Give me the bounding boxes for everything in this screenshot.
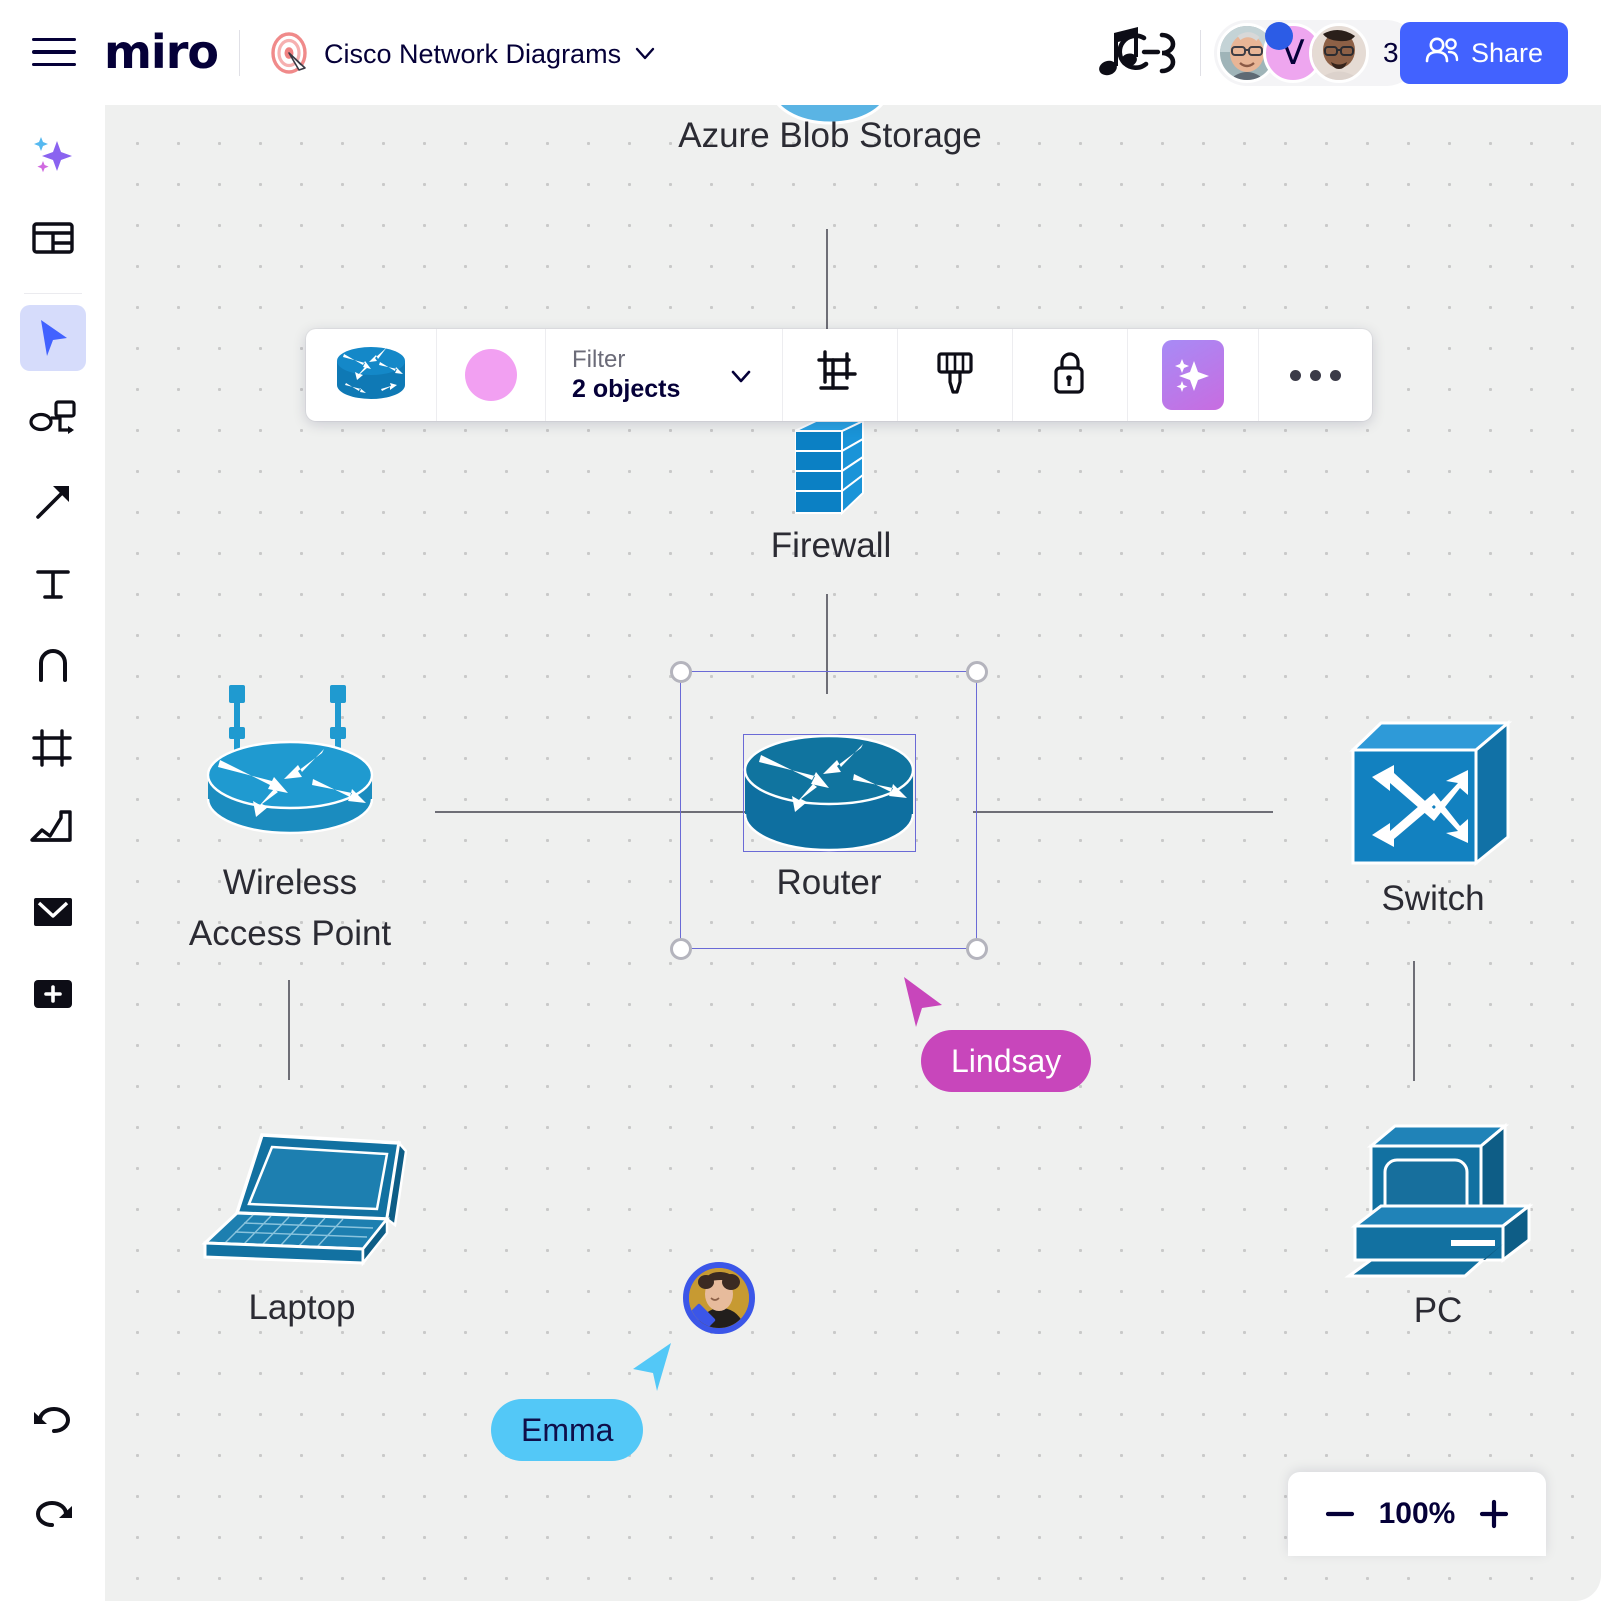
connector-wap-laptop[interactable] xyxy=(288,980,290,1080)
sidebar-item-comment-tool[interactable] xyxy=(20,879,86,945)
shape-picker-button[interactable] xyxy=(306,329,437,421)
selection-handle-bottom-right[interactable] xyxy=(966,938,988,960)
color-swatch xyxy=(465,349,517,401)
online-status-dot xyxy=(1265,22,1293,50)
ai-assist-button[interactable] xyxy=(1128,329,1259,421)
sidebar-item-pen-tool[interactable] xyxy=(20,633,86,699)
collaborator-count: 3 xyxy=(1383,37,1399,68)
share-button[interactable]: Share xyxy=(1400,22,1568,84)
sidebar-item-arrow-tool[interactable] xyxy=(20,469,86,535)
avatar[interactable] xyxy=(1309,23,1369,83)
cursor-name-lindsay: Lindsay xyxy=(951,1042,1062,1079)
ellipsis-icon xyxy=(1290,369,1341,381)
chevron-down-icon xyxy=(728,363,754,394)
node-label-pc: PC xyxy=(1413,1291,1463,1330)
color-picker-button[interactable] xyxy=(437,329,546,421)
node-label-wireless-access-point: Wireless Access Point xyxy=(188,863,392,953)
sidebar-item-frame-tool[interactable] xyxy=(20,715,86,781)
zoom-level-value: 100% xyxy=(1378,1497,1456,1530)
paintbrush-icon xyxy=(930,348,980,403)
chevron-down-icon[interactable] xyxy=(632,40,658,66)
crop-frame-button[interactable] xyxy=(783,329,898,421)
node-label-router: Router xyxy=(776,863,882,902)
sidebar-item-chart-tool[interactable] xyxy=(20,797,86,863)
zoom-control: 100% xyxy=(1288,1472,1546,1556)
crop-frame-icon xyxy=(815,348,865,403)
collaborator-avatars[interactable]: V 3 xyxy=(1214,20,1419,86)
share-button-label: Share xyxy=(1470,37,1544,68)
node-firewall[interactable] xyxy=(794,419,865,519)
sidebar-item-diagram-tool[interactable] xyxy=(20,387,86,453)
node-laptop[interactable] xyxy=(197,1127,408,1267)
filter-label: Filter xyxy=(572,346,626,373)
undo-button[interactable] xyxy=(20,1388,86,1454)
sidebar-item-ai-sparkle-tool[interactable] xyxy=(20,123,86,189)
target-board-icon xyxy=(268,32,312,76)
cursor-lindsay-pointer xyxy=(900,975,950,1031)
music-notes-icon[interactable] xyxy=(1098,24,1184,80)
more-options-button[interactable] xyxy=(1259,329,1372,421)
connector-router-switch[interactable] xyxy=(973,811,1273,813)
miro-logo: miro xyxy=(104,25,219,79)
node-label-firewall: Firewall xyxy=(770,526,892,565)
top-header-bar: miro Cisco Network Diagrams V 3 Share xyxy=(0,0,1601,105)
node-wireless-access-point[interactable] xyxy=(200,675,380,835)
zoom-out-button[interactable] xyxy=(1318,1492,1362,1536)
connector-switch-pc[interactable] xyxy=(1413,961,1415,1081)
filter-dropdown[interactable]: Filter 2 objects xyxy=(546,329,783,421)
sidebar-item-templates-tool[interactable] xyxy=(20,205,86,271)
node-router[interactable] xyxy=(741,734,917,854)
filter-value: 2 objects xyxy=(572,375,681,403)
header-divider-right xyxy=(1200,30,1201,76)
style-paint-button[interactable] xyxy=(898,329,1013,421)
lock-button[interactable] xyxy=(1013,329,1128,421)
selection-handle-bottom-left[interactable] xyxy=(670,938,692,960)
sidebar-item-select-tool[interactable] xyxy=(20,305,86,371)
connector-azure-firewall[interactable] xyxy=(826,229,828,339)
node-label-switch: Switch xyxy=(1381,879,1485,918)
cursor-name-emma: Emma xyxy=(521,1411,614,1448)
cursor-label-lindsay: Lindsay xyxy=(921,1030,1092,1092)
selection-handle-top-left[interactable] xyxy=(670,661,692,683)
node-switch[interactable] xyxy=(1348,715,1518,875)
redo-button[interactable] xyxy=(20,1482,86,1548)
header-divider-left xyxy=(239,30,240,76)
cursor-emma-pointer xyxy=(625,1341,677,1398)
hamburger-menu-icon[interactable] xyxy=(32,30,76,74)
left-toolbar xyxy=(0,105,105,1601)
avatar-emma xyxy=(683,1262,755,1334)
toolbar-divider xyxy=(24,293,82,294)
object-context-toolbar: Filter 2 objects xyxy=(306,329,1372,421)
ai-sparkle-icon xyxy=(1162,340,1224,410)
people-icon xyxy=(1425,36,1459,71)
cursor-label-emma: Emma xyxy=(491,1399,644,1461)
sidebar-item-text-tool[interactable] xyxy=(20,551,86,617)
board-title[interactable]: Cisco Network Diagrams xyxy=(324,36,621,72)
zoom-in-button[interactable] xyxy=(1472,1492,1516,1536)
sidebar-item-more-apps-tool[interactable] xyxy=(20,961,86,1027)
selection-handle-top-right[interactable] xyxy=(966,661,988,683)
unlock-icon xyxy=(1046,348,1094,403)
node-label-azure: Azure Blob Storage xyxy=(678,116,982,155)
cisco-router-icon xyxy=(333,345,409,406)
miro-app-window: miro Cisco Network Diagrams V 3 Share Az… xyxy=(0,0,1601,1601)
node-label-laptop: Laptop xyxy=(248,1288,356,1327)
node-pc[interactable] xyxy=(1343,1120,1534,1278)
